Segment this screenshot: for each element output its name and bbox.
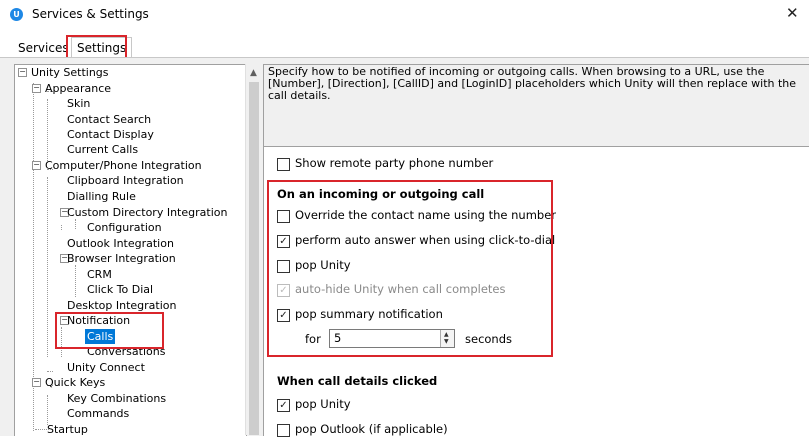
description-text: Specify how to be notified of incoming o… (268, 65, 797, 102)
override-contact-checkbox[interactable] (277, 210, 290, 223)
tree-item-computer-phone-integration[interactable]: Computer/Phone Integration (45, 158, 202, 173)
tree-scrollbar[interactable]: ▲ (245, 64, 262, 435)
seconds-label: seconds (465, 332, 513, 346)
tree-item-conversations[interactable]: Conversations (87, 344, 165, 359)
tree-item-contact-display[interactable]: Contact Display (67, 127, 154, 142)
tree-item-browser-integration[interactable]: Browser Integration (67, 251, 176, 266)
description-panel: Specify how to be notified of incoming o… (263, 64, 809, 147)
auto-hide-label: auto-hide Unity when call completes (295, 282, 506, 296)
tab-settings[interactable]: Settings (71, 37, 133, 58)
tree-item-click-to-dial[interactable]: Click To Dial (87, 282, 153, 297)
show-remote-party-label: Show remote party phone number (295, 156, 494, 170)
options-panel: Show remote party phone number On an inc… (263, 146, 809, 437)
details-pop-unity-checkbox[interactable]: ✓ (277, 399, 290, 412)
tree-item-configuration[interactable]: Configuration (87, 220, 162, 235)
seconds-value[interactable]: 5 (334, 331, 341, 345)
pop-outlook-checkbox[interactable] (277, 424, 290, 437)
tree-item-notification[interactable]: Notification (67, 313, 130, 328)
tree-item-custom-directory-integration[interactable]: Custom Directory Integration (67, 205, 227, 220)
auto-answer-checkbox[interactable]: ✓ (277, 235, 290, 248)
tree-item-quick-keys[interactable]: Quick Keys (45, 375, 105, 390)
settings-tree[interactable]: − Unity Settings − Appearance Skin Conta… (14, 64, 247, 436)
override-contact-label: Override the contact name using the numb… (295, 208, 557, 222)
for-label: for (305, 332, 321, 346)
tree-item-crm[interactable]: CRM (87, 267, 112, 282)
pop-summary-label: pop summary notification (295, 307, 443, 321)
pop-unity-checkbox[interactable] (277, 260, 290, 273)
window-title: Services & Settings (32, 7, 149, 21)
title-bar: U Services & Settings ✕ (0, 0, 809, 30)
tree-item-outlook-integration[interactable]: Outlook Integration (67, 236, 174, 251)
spin-up-icon[interactable]: ▲ (444, 331, 449, 338)
pop-summary-checkbox[interactable]: ✓ (277, 309, 290, 322)
tab-strip: Services Settings (0, 34, 809, 58)
auto-answer-label: perform auto answer when using click-to-… (295, 233, 556, 247)
tree-item-dialling-rule[interactable]: Dialling Rule (67, 189, 136, 204)
unity-app-icon: U (10, 8, 23, 21)
tree-item-unity-connect[interactable]: Unity Connect (67, 360, 145, 375)
tree-item-current-calls[interactable]: Current Calls (67, 142, 138, 157)
details-pop-unity-label: pop Unity (295, 397, 351, 411)
collapse-icon[interactable]: − (32, 84, 41, 93)
seconds-spinner[interactable]: 5 ▲ ▼ (329, 329, 455, 348)
tree-item-unity-settings[interactable]: Unity Settings (31, 65, 109, 80)
details-group-title: When call details clicked (277, 374, 438, 388)
tree-item-skin[interactable]: Skin (67, 96, 90, 111)
tab-services[interactable]: Services (18, 39, 69, 57)
scrollbar-thumb[interactable] (249, 82, 259, 435)
tree-item-contact-search[interactable]: Contact Search (67, 112, 151, 127)
collapse-icon[interactable]: − (32, 161, 41, 170)
collapse-icon[interactable]: − (32, 378, 41, 387)
scroll-up-icon[interactable]: ▲ (250, 68, 257, 78)
close-icon[interactable]: ✕ (786, 4, 799, 22)
show-remote-party-checkbox[interactable] (277, 158, 290, 171)
tree-item-desktop-integration[interactable]: Desktop Integration (67, 298, 176, 313)
auto-hide-checkbox: ✓ (277, 284, 290, 297)
tree-item-calls[interactable]: Calls (85, 329, 116, 344)
tree-item-commands[interactable]: Commands (67, 406, 129, 421)
collapse-icon[interactable]: − (18, 68, 27, 77)
tree-item-key-combinations[interactable]: Key Combinations (67, 391, 166, 406)
incoming-group-title: On an incoming or outgoing call (277, 187, 485, 201)
tree-item-appearance[interactable]: Appearance (45, 81, 111, 96)
spinner-buttons[interactable]: ▲ ▼ (440, 330, 454, 347)
spin-down-icon[interactable]: ▼ (444, 338, 449, 345)
tree-item-clipboard-integration[interactable]: Clipboard Integration (67, 173, 184, 188)
pop-unity-label: pop Unity (295, 258, 351, 272)
tree-item-startup[interactable]: Startup (47, 422, 88, 436)
